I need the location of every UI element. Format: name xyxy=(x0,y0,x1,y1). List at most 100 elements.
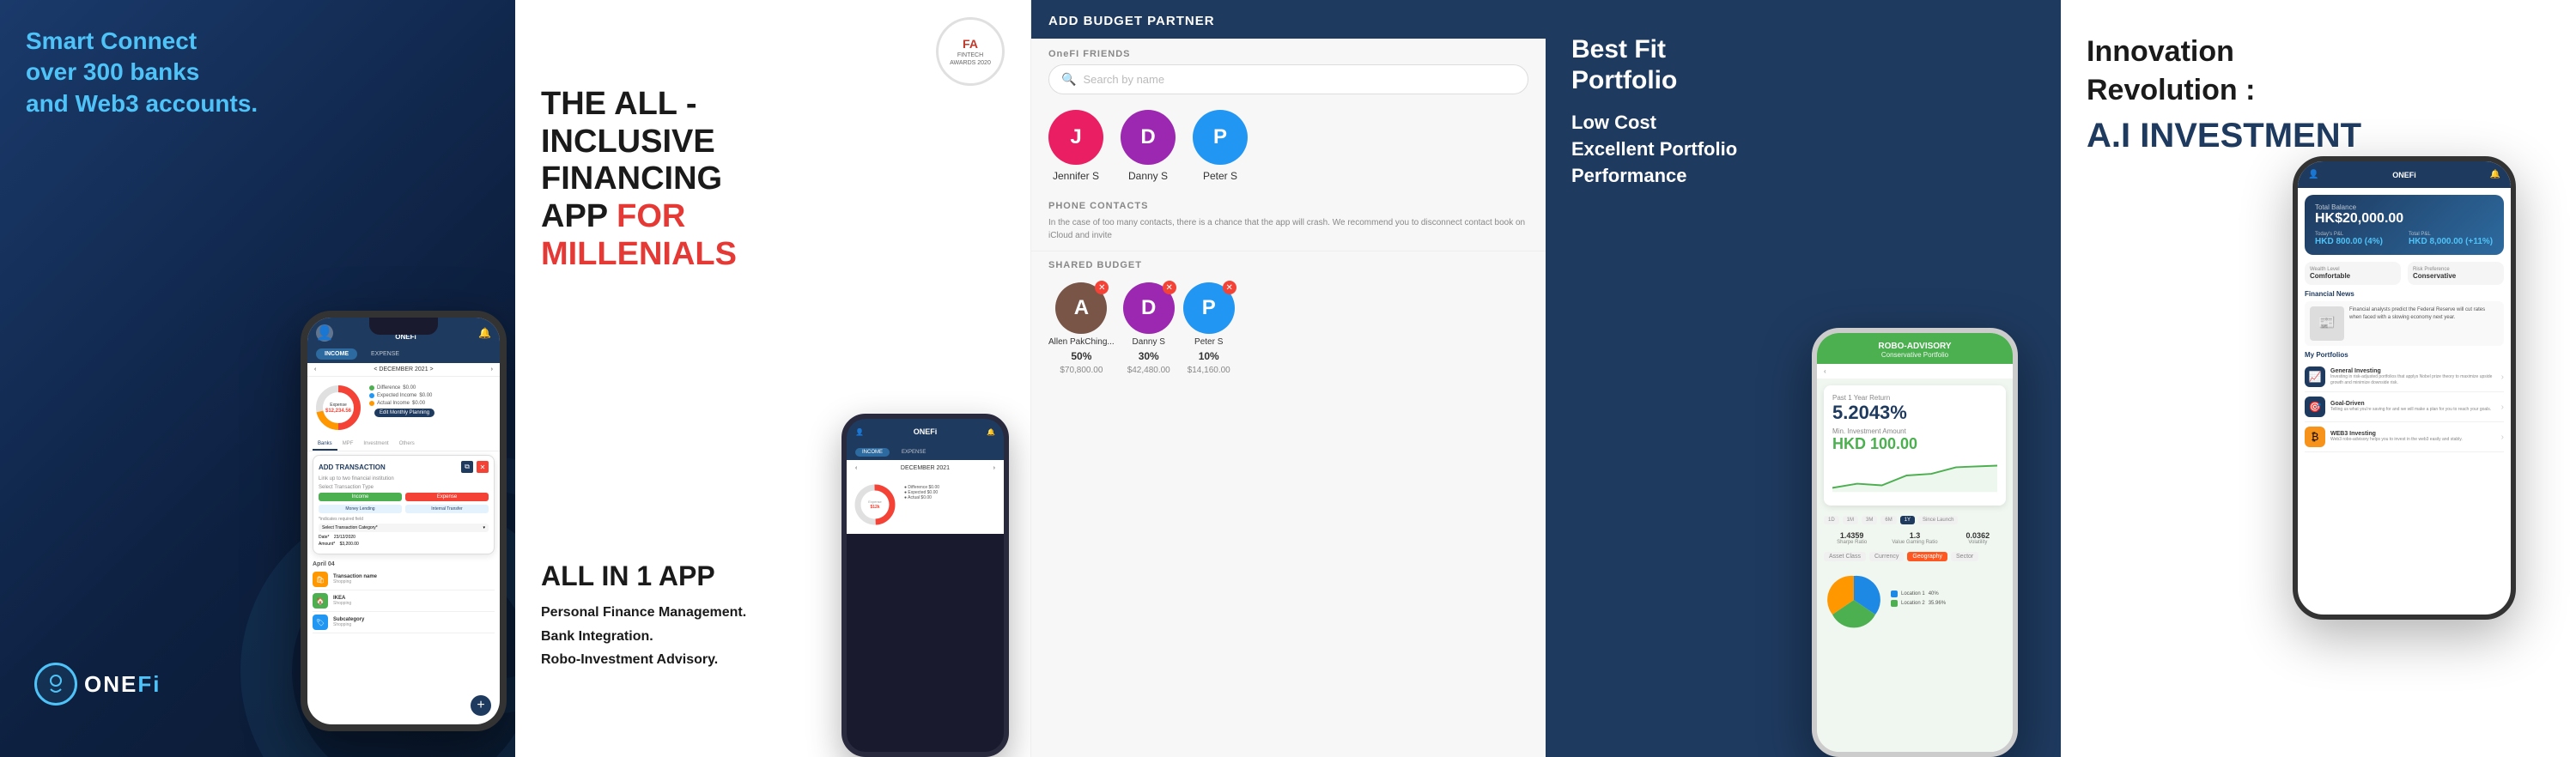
select-type-label: Select Transaction Type xyxy=(319,485,489,490)
btn-income[interactable]: Income xyxy=(319,493,402,501)
svg-text:$12,234.56: $12,234.56 xyxy=(325,409,352,414)
fa-text: FA xyxy=(963,36,978,51)
headline-millenials: MILLENIALS xyxy=(541,236,945,274)
section-portfolio: Best Fit Portfolio Low Cost Excellent Po… xyxy=(1546,0,2061,757)
date-next[interactable]: › xyxy=(491,366,493,372)
robo-header: ROBO-ADVISORY Conservative Portfolio xyxy=(1817,333,2013,364)
allin1-desc3: Robo-Investment Advisory. xyxy=(541,648,746,671)
tab-others[interactable]: Others xyxy=(394,439,420,451)
news-section: Financial News 📰 Financial analysts pred… xyxy=(2298,290,2511,351)
select-category[interactable]: Select Transaction Category* ▾ xyxy=(319,524,489,532)
tab-1y[interactable]: 1Y xyxy=(1900,516,1915,524)
trans-info-1: Transaction name Shopping xyxy=(333,574,495,584)
value-label: Value Gaming Ratio xyxy=(1886,540,1942,545)
alloc-asset[interactable]: Asset Class xyxy=(1824,552,1866,561)
tab-expense[interactable]: EXPENSE xyxy=(362,348,408,360)
inno-phone-frame: 👤 ONEFi 🔔 Total Balance HK$20,000.00 Tod… xyxy=(2293,156,2516,620)
amount-field: Amount* $3,200.00 xyxy=(319,542,489,547)
geo-row-1: Location 1 40% xyxy=(1891,590,1946,597)
tab-since-launch[interactable]: Since Launch xyxy=(1918,516,1958,524)
portfolio-phone-frame: ROBO-ADVISORY Conservative Portfolio ‹ P… xyxy=(1812,328,2018,757)
bp-header: ADD BUDGET PARTNER xyxy=(1031,0,1546,39)
legend-dot-diff xyxy=(369,385,374,391)
user-icon: 👤 xyxy=(316,324,333,342)
remove-danny-btn[interactable]: ✕ xyxy=(1163,281,1176,294)
tab-income[interactable]: INCOME xyxy=(316,348,357,360)
budget-amount-peter: $14,160.00 xyxy=(1188,366,1230,375)
friend-avatar-danny: D xyxy=(1121,110,1176,165)
portfolio-sub2: Excellent Portfolio Performance xyxy=(1571,136,1743,190)
trans-item-1: 🛍 Transaction name Shopping xyxy=(313,569,495,590)
smart-connect-title: Smart Connect over 300 banks and Web3 ac… xyxy=(26,26,258,119)
portfolio-row-goal[interactable]: 🎯 Goal-Driven Telling us what you're sav… xyxy=(2305,392,2504,422)
geo-dot-1 xyxy=(1891,590,1898,597)
trans-cat-2: Shopping xyxy=(333,601,495,606)
portfolio-icon-web3: ₿ xyxy=(2305,427,2325,447)
chart-legend: Difference $0.00 Expected Income $0.00 A… xyxy=(369,382,440,433)
headline-line3: FINANCING xyxy=(541,160,945,198)
add-trans-icons: ⧉ ✕ xyxy=(461,461,489,473)
allin1-desc2: Bank Integration. xyxy=(541,625,746,648)
tab-6m[interactable]: 6M xyxy=(1880,516,1896,524)
btn-expense[interactable]: Expense xyxy=(405,493,489,501)
geo-label-2: Location 2 xyxy=(1901,601,1925,606)
return-min-value: HKD 100.00 xyxy=(1832,435,1997,453)
onefi-circle-icon xyxy=(34,663,77,706)
return-min-label: Min. Investment Amount xyxy=(1832,427,1997,435)
stat-value: 1.3 Value Gaming Ratio xyxy=(1886,531,1942,545)
alloc-geography[interactable]: Geography xyxy=(1907,552,1947,561)
news-title: Financial News xyxy=(2305,290,2504,298)
tab-1m[interactable]: 1M xyxy=(1843,516,1858,524)
chevron-right-icon-2: › xyxy=(2501,403,2504,412)
alloc-sector[interactable]: Sector xyxy=(1951,552,1978,561)
btn-internal-transfer[interactable]: Internal Transfer xyxy=(405,505,489,513)
portfolio-row-web3[interactable]: ₿ WEB3 Investing Web3 robo-advisory help… xyxy=(2305,422,2504,452)
portfolio-info-general: General Investing Investing in risk-adju… xyxy=(2330,368,2496,386)
close-icon-btn[interactable]: ✕ xyxy=(477,461,489,473)
geo-pct-2: 35.96% xyxy=(1929,601,1946,606)
onefi-logo-svg xyxy=(44,672,68,696)
trans-icon-1: 🛍 xyxy=(313,572,328,587)
date-prev[interactable]: ‹ xyxy=(314,366,316,372)
diff-val: $0.00 xyxy=(403,385,416,391)
section4-phone: ROBO-ADVISORY Conservative Portfolio ‹ P… xyxy=(1769,0,2061,757)
portfolio-row-general[interactable]: 📈 General Investing Investing in risk-ad… xyxy=(2305,362,2504,392)
section1-text: Smart Connect over 300 banks and Web3 ac… xyxy=(26,26,258,119)
vol-val: 0.0362 xyxy=(1950,531,2006,540)
fintech-badge-circle: FA FINTECH AWARDS 2020 xyxy=(936,17,1005,86)
friend-name-jennifer: Jennifer S xyxy=(1053,170,1099,182)
news-thumb: 📰 xyxy=(2310,306,2344,341)
sharpe-val: 1.4359 xyxy=(1824,531,1880,540)
phone-contacts-title: PHONE CONTACTS xyxy=(1031,196,1546,216)
edit-monthly-btn[interactable]: Edit Monthly Planning xyxy=(374,409,434,417)
phone-frame-2: 👤 ONEFi 🔔 INCOME EXPENSE ‹DECEMBER 2021›… xyxy=(841,414,1009,757)
tab-1d[interactable]: 1D xyxy=(1824,516,1839,524)
balance-card: Total Balance HK$20,000.00 Today's P&L H… xyxy=(2305,195,2504,255)
fintech-text: FINTECH xyxy=(957,51,983,59)
budget-amount-allen: $70,800.00 xyxy=(1060,366,1103,375)
add-trans-header: ADD TRANSACTION ⧉ ✕ xyxy=(319,461,489,473)
search-bar[interactable]: 🔍 Search by name xyxy=(1048,64,1528,94)
btn-money-lending[interactable]: Money Lending xyxy=(319,505,402,513)
balance-today-val: HKD 800.00 (4%) xyxy=(2315,237,2400,246)
tab-3m[interactable]: 3M xyxy=(1862,516,1877,524)
tab-investment[interactable]: Investment xyxy=(358,439,393,451)
chevron-down-icon: ▾ xyxy=(483,525,485,530)
svg-text:Expense: Expense xyxy=(868,500,882,504)
remove-peter-btn[interactable]: ✕ xyxy=(1223,281,1236,294)
legend-dot-actual xyxy=(369,401,374,406)
remove-allen-btn[interactable]: ✕ xyxy=(1095,281,1109,294)
copy-icon[interactable]: ⧉ xyxy=(461,461,473,473)
headline-for: FOR xyxy=(617,198,685,236)
section-innovation: Innovation Revolution : A.I INVESTMENT 👤… xyxy=(2061,0,2576,757)
headline-line1: THE ALL - xyxy=(541,86,945,124)
stat-volatility: 0.0362 Volatility xyxy=(1950,531,2006,545)
portfolio-phone-screen: ROBO-ADVISORY Conservative Portfolio ‹ P… xyxy=(1817,333,2013,752)
balance-pl-val: HKD 8,000.00 (+11%) xyxy=(2409,237,2494,246)
alloc-currency[interactable]: Currency xyxy=(1869,552,1904,561)
tab-mpf[interactable]: MPF xyxy=(337,439,359,451)
fab-add-btn[interactable]: + xyxy=(471,695,491,716)
trans-icon-3: 🏷 xyxy=(313,615,328,630)
onefi-text: ONEFi xyxy=(84,671,161,698)
tab-banks[interactable]: Banks xyxy=(313,439,337,451)
